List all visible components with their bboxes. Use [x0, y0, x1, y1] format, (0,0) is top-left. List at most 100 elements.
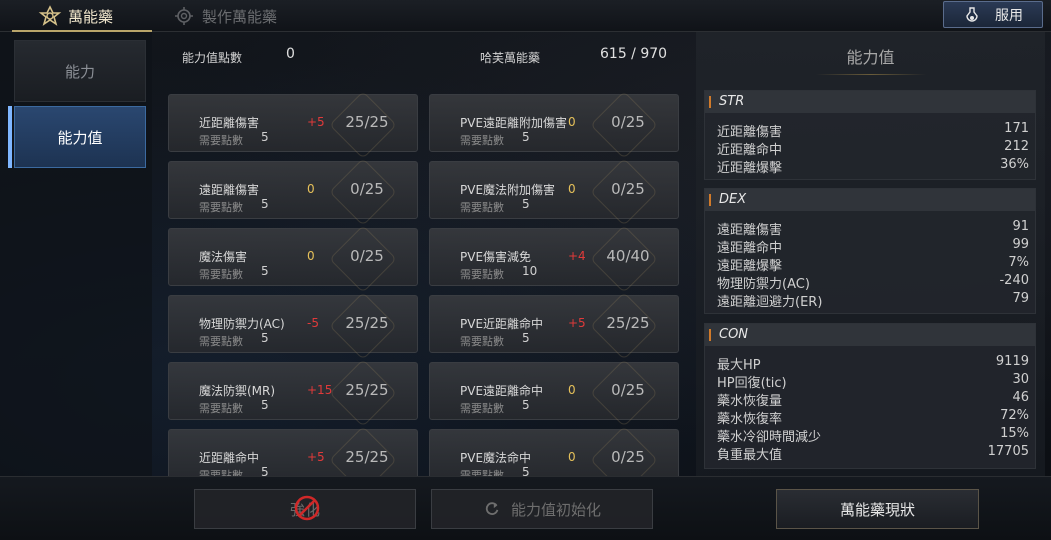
- card-need-value: 10: [522, 264, 538, 278]
- card-name: PVE魔法命中: [460, 451, 532, 465]
- card-bonus: 0: [568, 450, 576, 464]
- sidebar: 能力 能力值: [0, 32, 152, 476]
- stat-card-magic-defense[interactable]: 魔法防禦(MR) 需要點數 5 +15 25/25: [168, 359, 418, 427]
- stat-card-ranged-damage[interactable]: 遠距離傷害 需要點數 5 0 0/25: [168, 158, 418, 226]
- card-bonus: +5: [568, 316, 586, 330]
- elixir-value: 615 / 970: [600, 46, 668, 62]
- stat-row: 遠距離傷害 91: [717, 219, 1029, 238]
- stat-card-melee-damage[interactable]: 近距離傷害 需要點數 5 +5 25/25: [168, 91, 418, 159]
- sidebar-item-label: 能力值: [57, 128, 103, 147]
- title-divider: [816, 74, 926, 75]
- stat-card-pve-magic-hit[interactable]: PVE魔法命中 需要點數 5 0 0/25: [429, 426, 679, 476]
- stat-row: 藥水恢復量 46: [717, 390, 1029, 409]
- card-need-label: 需要點數: [460, 469, 504, 476]
- stat-row: 遠距離迴避力(ER) 79: [717, 291, 1029, 310]
- card-need-label: 需要點數: [460, 268, 504, 281]
- card-need-label: 需要點數: [199, 469, 243, 476]
- stat-card-pve-magic-extra-damage[interactable]: PVE魔法附加傷害 需要點數 5 0 0/25: [429, 158, 679, 226]
- card-bonus: +5: [307, 115, 325, 129]
- stat-row: 負重最大值 17705: [717, 444, 1029, 463]
- top-bar: 萬能藥 製作萬能藥 服用: [0, 0, 1051, 32]
- card-need-value: 5: [261, 197, 269, 211]
- card-need-value: 5: [522, 331, 530, 345]
- card-bonus: -5: [307, 316, 319, 330]
- stat-card-pve-melee-hit[interactable]: PVE近距離命中 需要點數 5 +5 25/25: [429, 292, 679, 360]
- stats-summary-panel: 能力值 STR 近距離傷害 171 近距離命中 212 近距離爆擊 36% DE…: [696, 32, 1045, 476]
- stat-card-physical-defense[interactable]: 物理防禦力(AC) 需要點數 5 -5 25/25: [168, 292, 418, 360]
- card-need-value: 5: [261, 130, 269, 144]
- card-need-label: 需要點數: [199, 335, 243, 348]
- elixir-status-button[interactable]: 萬能藥現狀: [776, 489, 979, 529]
- stat-card-pve-damage-reduction[interactable]: PVE傷害減免 需要點數 10 +4 40/40: [429, 225, 679, 293]
- sidebar-item-stats[interactable]: 能力值: [14, 106, 146, 168]
- card-progress: 0/25: [611, 448, 645, 466]
- tab-elixir[interactable]: 萬能藥: [38, 0, 113, 32]
- card-bonus: 0: [568, 383, 576, 397]
- card-name: 魔法傷害: [199, 250, 248, 264]
- card-need-value: 5: [522, 197, 530, 211]
- card-name: PVE遠距離附加傷害: [460, 116, 568, 130]
- card-bonus: 0: [568, 182, 576, 196]
- sidebar-item-label: 能力: [64, 62, 95, 81]
- stat-row: 藥水冷卻時間減少 15%: [717, 426, 1029, 445]
- stat-row: 近距離命中 212: [717, 139, 1029, 158]
- card-progress: 0/25: [350, 247, 384, 265]
- dex-section-header: DEX: [705, 189, 1035, 211]
- stat-row: 遠距離爆擊 7%: [717, 255, 1029, 274]
- stat-row: HP回復(tic) 30: [717, 372, 1029, 391]
- card-need-label: 需要點數: [199, 402, 243, 415]
- reset-stats-button[interactable]: 能力值初始化: [431, 489, 653, 529]
- refresh-icon: [485, 502, 499, 515]
- card-need-label: 需要點數: [460, 335, 504, 348]
- card-name: 遠距離傷害: [199, 183, 260, 197]
- card-need-label: 需要點數: [460, 134, 504, 147]
- card-need-value: 5: [261, 465, 269, 476]
- stats-panel-title: 能力值: [846, 48, 895, 67]
- stat-card-melee-hit[interactable]: 近距離命中 需要點數 5 +5 25/25: [168, 426, 418, 476]
- card-progress: 0/25: [611, 113, 645, 131]
- con-section: CON 最大HP 9119 HP回復(tic) 30 藥水恢復量 46 藥水恢復…: [704, 323, 1036, 469]
- stat-row: 物理防禦力(AC) -240: [717, 273, 1029, 292]
- stat-card-magic-damage[interactable]: 魔法傷害 需要點數 5 0 0/25: [168, 225, 418, 293]
- stat-row: 近距離傷害 171: [717, 121, 1029, 140]
- card-name: PVE傷害減免: [460, 250, 532, 264]
- card-progress: 25/25: [345, 381, 389, 399]
- card-need-label: 需要點數: [460, 402, 504, 415]
- stat-allocation-panel: 能力值點數 0 哈芙萬能藥 615 / 970 近距離傷害 需要點數 5 +5 …: [152, 32, 692, 476]
- sidebar-item-ability[interactable]: 能力: [14, 40, 146, 102]
- card-progress: 0/25: [611, 180, 645, 198]
- card-need-value: 5: [261, 331, 269, 345]
- tab-craft-label: 製作萬能藥: [202, 7, 278, 26]
- potion-icon: [966, 6, 978, 22]
- bottom-action-bar: 強化 能力值初始化 萬能藥現狀: [0, 476, 1051, 540]
- tab-elixir-label: 萬能藥: [68, 7, 114, 26]
- card-progress: 0/25: [350, 180, 384, 198]
- tab-craft-elixir[interactable]: 製作萬能藥: [172, 0, 277, 32]
- str-section-header: STR: [705, 91, 1035, 113]
- reset-stats-label: 能力值初始化: [510, 500, 601, 519]
- card-name: PVE魔法附加傷害: [460, 183, 556, 197]
- reinforce-button[interactable]: 強化: [194, 489, 416, 529]
- card-name: 近距離命中: [199, 451, 260, 465]
- card-need-value: 5: [261, 398, 269, 412]
- card-bonus: +15: [307, 383, 333, 397]
- stat-card-pve-ranged-extra-damage[interactable]: PVE遠距離附加傷害 需要點數 5 0 0/25: [429, 91, 679, 159]
- card-need-value: 5: [522, 130, 530, 144]
- card-need-label: 需要點數: [460, 201, 504, 214]
- card-bonus: 0: [307, 249, 315, 263]
- points-value: 0: [286, 46, 295, 62]
- use-button-label: 服用: [995, 7, 1023, 24]
- stat-row: 藥水恢復率 72%: [717, 408, 1029, 427]
- stat-row: 近距離爆擊 36%: [717, 157, 1029, 176]
- card-need-label: 需要點數: [199, 201, 243, 214]
- disabled-icon: [294, 495, 320, 520]
- str-section: STR 近距離傷害 171 近距離命中 212 近距離爆擊 36%: [704, 90, 1036, 180]
- stat-card-list[interactable]: 近距離傷害 需要點數 5 +5 25/25 PVE遠距離附加傷害 需要點數 5 …: [152, 88, 692, 476]
- elixir-emblem-icon: [38, 5, 62, 26]
- card-need-value: 5: [522, 398, 530, 412]
- points-label: 能力值點數: [182, 51, 243, 65]
- elixir-status-label: 萬能藥現狀: [839, 500, 915, 519]
- card-bonus: +5: [307, 450, 325, 464]
- use-button[interactable]: 服用: [943, 1, 1043, 28]
- stat-card-pve-ranged-hit[interactable]: PVE遠距離命中 需要點數 5 0 0/25: [429, 359, 679, 427]
